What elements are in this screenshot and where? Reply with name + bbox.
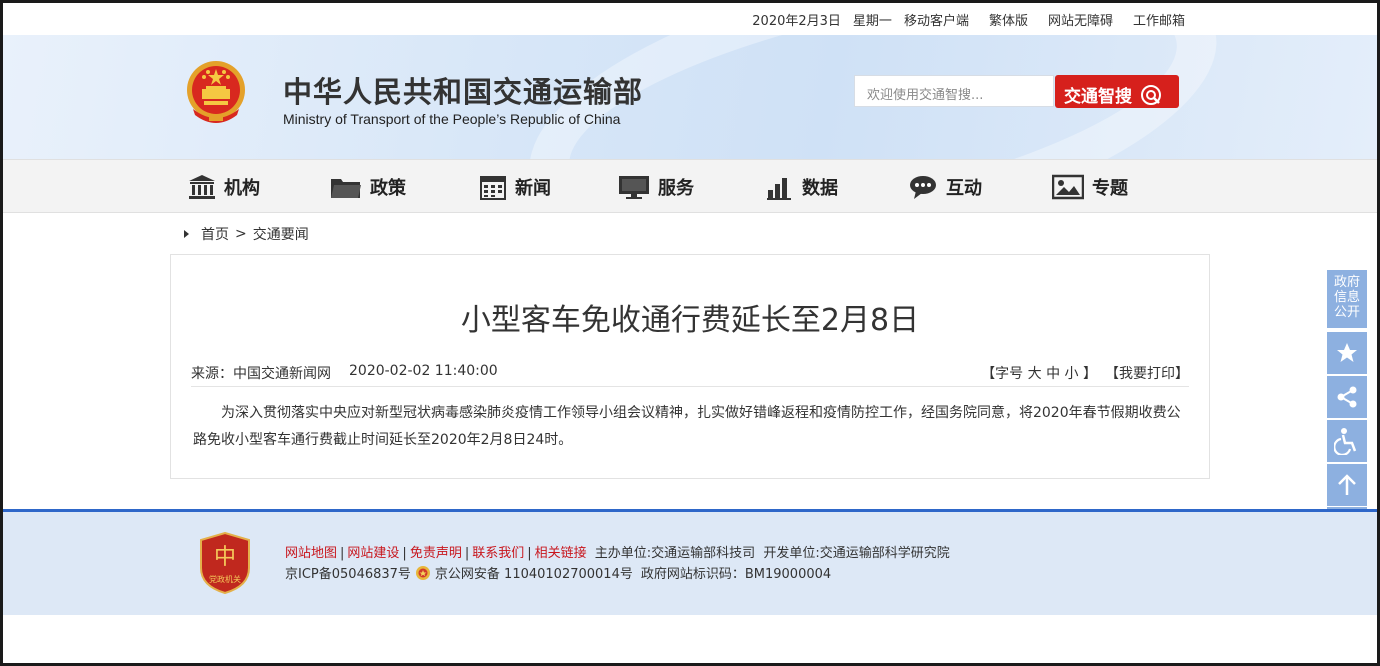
font-size-medium-button[interactable]: 中 <box>1046 366 1060 382</box>
police-record[interactable]: 京公网安备 11040102700014号 <box>435 563 633 582</box>
institution-icon <box>189 175 215 199</box>
gov-info-line: 信息 <box>1333 290 1360 305</box>
mobile-client-link[interactable]: 移动客户端 <box>904 10 969 29</box>
print-button[interactable]: 【我要打印】 <box>1105 363 1189 383</box>
nav-label: 数据 <box>802 178 838 199</box>
breadcrumb: 首页 > 交通要闻 <box>184 224 309 244</box>
article-datetime: 2020-02-02 11:40:00 <box>349 363 498 379</box>
breadcrumb-separator: > <box>235 226 247 242</box>
article-source: 来源：中国交通新闻网 <box>191 366 331 382</box>
image-icon <box>1052 174 1084 200</box>
chat-icon <box>910 176 936 199</box>
calendar-icon <box>480 176 506 200</box>
main-nav: 机构 政策 新闻 服务 数据 互动 专题 <box>3 159 1377 213</box>
footer-link-site-building[interactable]: 网站建设 <box>347 546 399 561</box>
site-subtitle: Ministry of Transport of the People’s Re… <box>283 111 621 127</box>
accessibility-icon <box>1334 428 1357 455</box>
nav-label: 机构 <box>224 178 260 199</box>
article-title: 小型客车免收通行费延长至2月8日 <box>460 303 920 338</box>
footer-registration: 京ICP备05046837号 京公网安备 11040102700014号 政府网… <box>285 563 831 582</box>
site-header: 中华人民共和国交通运输部 Ministry of Transport of th… <box>3 35 1377 159</box>
nav-label: 专题 <box>1092 178 1128 199</box>
footer-link-sitemap[interactable]: 网站地图 <box>285 546 337 561</box>
search-button[interactable]: 交通智搜 <box>1055 75 1179 108</box>
site-title[interactable]: 中华人民共和国交通运输部 <box>283 69 643 111</box>
footer-link-disclaimer[interactable]: 免责声明 <box>410 546 462 561</box>
breadcrumb-home[interactable]: 首页 <box>201 224 229 244</box>
nav-label: 互动 <box>946 178 982 199</box>
font-size-bracket: 】 <box>1083 366 1097 382</box>
nav-item-data[interactable]: 数据 <box>766 174 838 200</box>
share-button[interactable] <box>1327 376 1367 418</box>
svg-text:中: 中 <box>214 545 236 570</box>
accessibility-button[interactable] <box>1327 420 1367 462</box>
font-size-large-button[interactable]: 大 <box>1028 366 1042 382</box>
nav-label: 服务 <box>658 178 694 199</box>
nav-item-service[interactable]: 服务 <box>618 174 694 200</box>
star-icon <box>1337 343 1357 362</box>
breadcrumb-current[interactable]: 交通要闻 <box>253 224 309 244</box>
icp-number[interactable]: 京ICP备05046837号 <box>285 563 411 582</box>
gov-info-line: 公开 <box>1333 305 1360 320</box>
nav-item-institution[interactable]: 机构 <box>188 174 260 200</box>
nav-item-interaction[interactable]: 互动 <box>908 174 982 200</box>
nav-label: 政策 <box>370 178 406 199</box>
current-date: 2020年2月3日 <box>752 14 841 29</box>
back-to-top-button[interactable] <box>1327 464 1367 506</box>
bar-chart-icon <box>767 178 791 200</box>
share-icon <box>1337 386 1357 408</box>
monitor-icon <box>619 176 649 199</box>
gov-site-id: 政府网站标识码：BM19000004 <box>640 567 832 582</box>
footer-link-contact[interactable]: 联系我们 <box>472 546 524 561</box>
nav-item-policy[interactable]: 政策 <box>330 174 406 200</box>
search-button-label: 交通智搜 <box>1064 87 1132 107</box>
article-meta: 来源：中国交通新闻网 2020-02-02 11:40:00 【字号 大 中 小… <box>191 363 1189 387</box>
nav-label: 新闻 <box>515 178 551 199</box>
folder-icon <box>331 179 361 198</box>
browser-page: 2020年2月3日 星期一 移动客户端 繁体版 网站无障碍 工作邮箱 中华人民共… <box>3 3 1377 663</box>
site-footer: 中 党政机关 网站地图 | 网站建设 | 免责声明 | 联系我们 | 相关链接 主办单位:交通运… <box>3 509 1377 615</box>
search-input[interactable]: 欢迎使用交通智搜... <box>854 75 1054 107</box>
work-mailbox-link[interactable]: 工作邮箱 <box>1133 10 1185 29</box>
font-size-small-button[interactable]: 小 <box>1065 366 1079 382</box>
footer-links: 网站地图 | 网站建设 | 免责声明 | 联系我们 | 相关链接 主办单位:交通运输部科技司 开… <box>285 546 950 561</box>
article-body: 为深入贯彻落实中央应对新型冠状病毒感染肺炎疫情工作领导小组会议精神，扎实做好错峰… <box>193 405 1181 448</box>
favorite-button[interactable] <box>1327 332 1367 374</box>
gov-info-line: 政府 <box>1333 275 1360 290</box>
nav-item-topics[interactable]: 专题 <box>1052 174 1128 200</box>
footer-developer: 开发单位:交通运输部科学研究院 <box>763 546 950 561</box>
breadcrumb-arrow-icon <box>184 230 189 238</box>
article-card: 小型客车免收通行费延长至2月8日 来源：中国交通新闻网 2020-02-02 1… <box>170 254 1210 479</box>
police-badge-icon <box>415 565 430 580</box>
arrow-up-icon <box>1338 474 1356 495</box>
national-emblem-icon[interactable] <box>185 57 247 129</box>
font-size-label: 【字号 <box>981 366 1024 382</box>
footer-link-related[interactable]: 相关链接 <box>535 546 587 561</box>
nav-item-news[interactable]: 新闻 <box>479 174 551 200</box>
search-icon <box>1141 84 1161 105</box>
top-bar: 2020年2月3日 星期一 移动客户端 繁体版 网站无障碍 工作邮箱 <box>3 3 1377 35</box>
footer-sponsor: 主办单位:交通运输部科技司 <box>594 546 756 561</box>
weekday: 星期一 <box>852 14 892 29</box>
gov-info-public-button[interactable]: 政府 信息 公开 <box>1327 270 1367 328</box>
party-badge-text: 党政机关 <box>209 574 241 584</box>
party-government-badge-icon[interactable]: 中 党政机关 <box>199 532 251 594</box>
traditional-chinese-link[interactable]: 繁体版 <box>989 10 1028 29</box>
accessibility-link[interactable]: 网站无障碍 <box>1048 10 1113 29</box>
